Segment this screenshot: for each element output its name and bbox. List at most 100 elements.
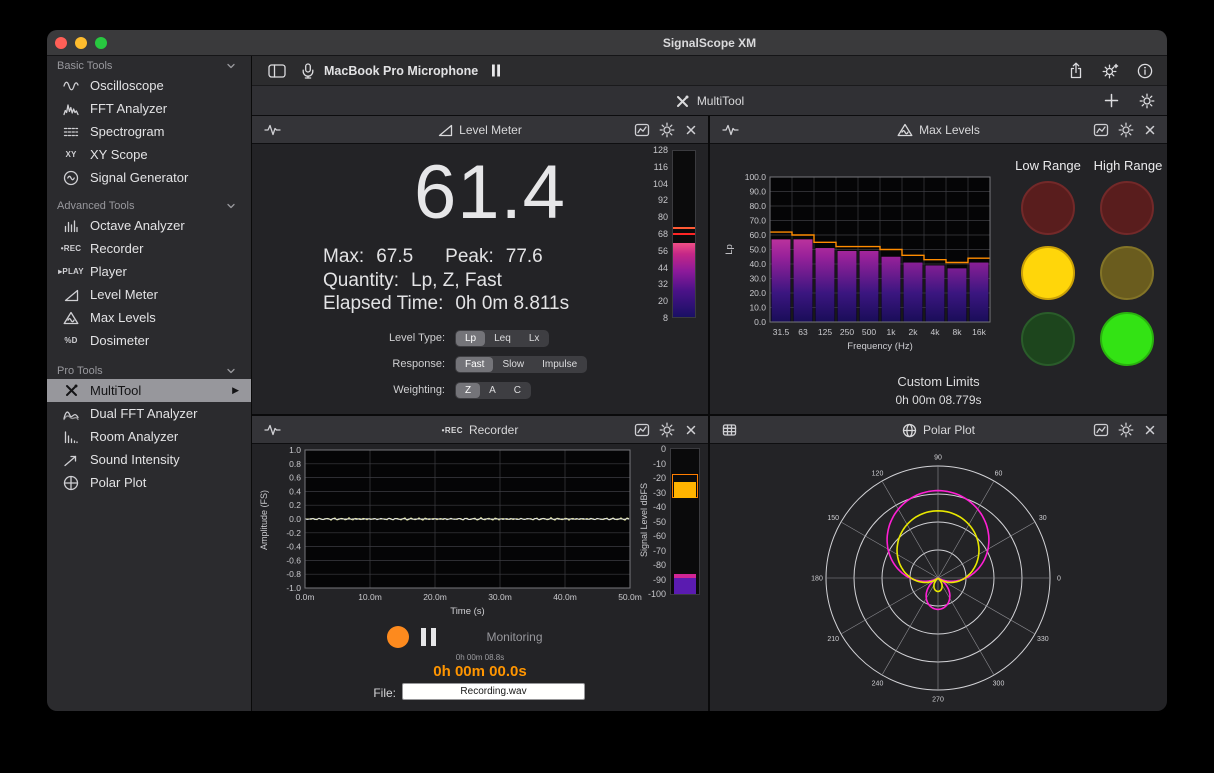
svg-text:8k: 8k [953,327,963,337]
multitool-settings-button[interactable] [1139,93,1155,109]
svg-text:0.2: 0.2 [289,500,301,510]
input-signal-icon [722,123,739,137]
section-header-advanced-tools[interactable]: Advanced Tools [57,198,251,214]
level-stats: Max:67.5Peak:77.6 Quantity:Lp, Z, Fast E… [323,246,569,317]
svg-text:Frequency (Hz): Frequency (Hz) [847,341,912,352]
input-device-selector[interactable]: MacBook Pro Microphone [324,64,478,78]
file-label: File: [344,686,396,700]
indicator-high-yellow [1100,246,1154,300]
sidebar-item-octave-analyzer[interactable]: Octave Analyzer [47,214,251,237]
svg-text:40.0m: 40.0m [553,592,577,602]
level-meter-panel: Level Meter 61.4 Max:67.5Peak:77.6 Quant… [252,116,708,414]
chart-view-button[interactable] [634,122,650,138]
segment-c[interactable]: C [505,383,530,398]
section-label: Basic Tools [57,60,112,72]
panel-settings-button[interactable] [1118,422,1134,438]
panel-settings-button[interactable] [659,422,675,438]
sidebar-item-oscilloscope[interactable]: Oscilloscope [47,74,251,97]
svg-text:210: 210 [827,636,839,643]
sidebar-item-multitool[interactable]: MultiTool ▶ [47,379,251,402]
section-label: Advanced Tools [57,200,134,212]
rec-icon: •REC [442,426,463,435]
svg-text:100.0: 100.0 [745,172,767,182]
segment-lx[interactable]: Lx [520,331,549,346]
pause-button[interactable] [421,628,436,646]
close-panel-button[interactable] [684,123,698,137]
svg-text:30.0: 30.0 [749,274,766,284]
active-indicator: ▶ [232,385,239,396]
max-levels-icon [897,123,913,137]
sidebar-item-fft-analyzer[interactable]: FFT Analyzer [47,97,251,120]
svg-text:60.0: 60.0 [749,230,766,240]
signal-generator-icon [59,170,83,186]
info-button[interactable] [1137,63,1153,79]
input-signal-icon [264,423,281,437]
max-levels-icon [59,311,83,325]
chart-view-button[interactable] [1093,122,1109,138]
response-row: Response: Fast Slow Impulse [252,355,622,373]
high-range-header: High Range [1086,158,1167,173]
section-header-basic-tools[interactable]: Basic Tools [57,58,251,74]
title-bar: SignalScope XM [47,30,1167,56]
multitool-header-bar: MultiTool [252,86,1167,116]
close-window-button[interactable] [55,37,67,49]
svg-text:240: 240 [872,680,884,687]
segment-leq[interactable]: Leq [485,331,520,346]
sidebar-item-player[interactable]: ▸PLAY Player [47,260,251,283]
sidebar-item-spectrogram[interactable]: Spectrogram [47,120,251,143]
svg-text:0.8: 0.8 [289,459,301,469]
add-tool-button[interactable] [1104,93,1119,109]
sidebar-item-dual-fft-analyzer[interactable]: Dual FFT Analyzer [47,402,251,425]
svg-text:Time (s): Time (s) [450,606,484,617]
sidebar-item-xy-scope[interactable]: XY XY Scope [47,143,251,166]
chart-view-button[interactable] [634,422,650,438]
sidebar-item-level-meter[interactable]: Level Meter [47,283,251,306]
file-name-input[interactable] [402,683,585,700]
record-button[interactable] [387,626,409,648]
sidebar-item-polar-plot[interactable]: Polar Plot [47,471,251,494]
input-pause-button[interactable] [491,64,501,77]
indicator-low-green [1021,312,1075,366]
svg-text:0.6: 0.6 [289,473,301,483]
zoom-window-button[interactable] [95,37,107,49]
segment-a[interactable]: A [480,383,505,398]
recorder-elapsed-small: 0h 00m 08.8s [400,653,560,662]
level-meter-scale: 128116104928068564432208 [626,145,668,327]
close-panel-button[interactable] [1143,123,1157,137]
app-settings-button[interactable] [1102,63,1119,79]
response-segmented: Fast Slow Impulse [455,356,587,373]
section-header-pro-tools[interactable]: Pro Tools [57,363,251,379]
player-icon: ▸PLAY [59,267,83,276]
segment-lp[interactable]: Lp [456,331,485,346]
share-button[interactable] [1068,62,1084,79]
sidebar-item-room-analyzer[interactable]: Room Analyzer [47,425,251,448]
indicator-high-green [1100,312,1154,366]
segment-fast[interactable]: Fast [456,357,493,372]
segment-impulse[interactable]: Impulse [533,357,586,372]
panel-settings-button[interactable] [659,122,675,138]
level-type-row: Level Type: Lp Leq Lx [252,329,622,347]
minimize-window-button[interactable] [75,37,87,49]
svg-text:125: 125 [818,327,832,337]
sidebar-toggle-button[interactable] [268,64,286,78]
close-panel-button[interactable] [1143,423,1157,437]
sidebar-item-signal-generator[interactable]: Signal Generator [47,166,251,189]
segment-slow[interactable]: Slow [493,357,533,372]
indicator-low-red [1021,181,1075,235]
sidebar-item-dosimeter[interactable]: %D Dosimeter [47,329,251,352]
svg-text:40.0: 40.0 [749,259,766,269]
panel-settings-button[interactable] [1118,122,1134,138]
oscilloscope-icon [59,79,83,93]
chart-view-button[interactable] [1093,422,1109,438]
close-panel-button[interactable] [684,423,698,437]
indicator-low-yellow [1021,246,1075,300]
low-range-header: Low Range [1006,158,1090,173]
sidebar-item-sound-intensity[interactable]: Sound Intensity [47,448,251,471]
sidebar-item-recorder[interactable]: •REC Recorder [47,237,251,260]
svg-text:-0.8: -0.8 [286,569,301,579]
grid-icon [722,423,737,437]
svg-text:500: 500 [862,327,876,337]
sidebar-item-max-levels[interactable]: Max Levels [47,306,251,329]
segment-z[interactable]: Z [456,383,480,398]
toolbar: MacBook Pro Microphone [252,56,1167,86]
